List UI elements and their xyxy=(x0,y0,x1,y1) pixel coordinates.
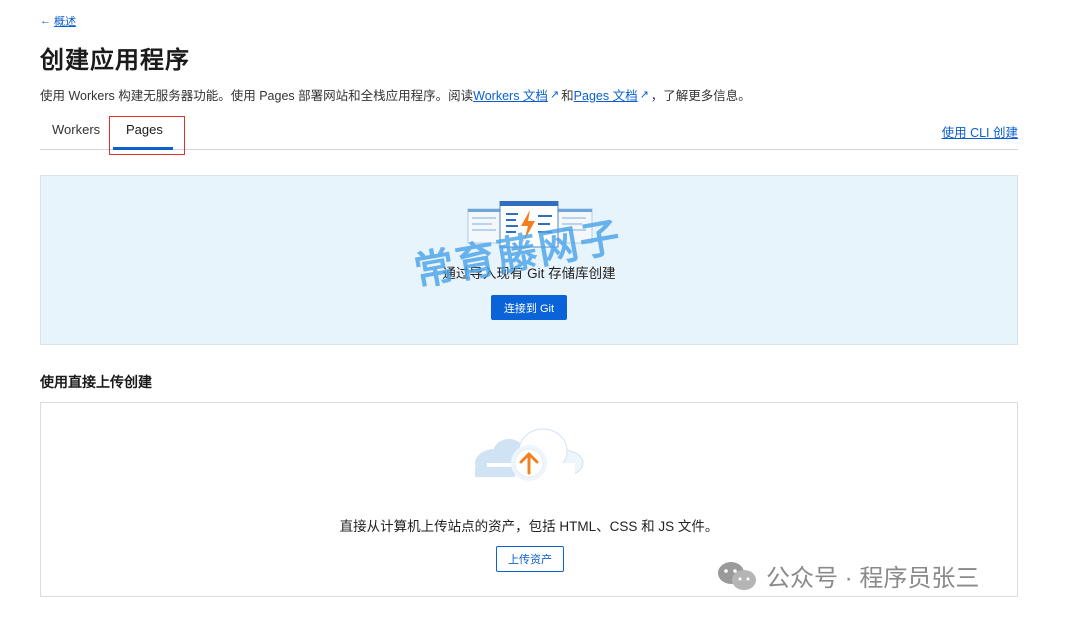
external-link-icon: ↗ xyxy=(639,89,649,101)
git-import-panel: 通过导入现有 Git 存储库创建 连接到 Git xyxy=(40,175,1018,345)
pages-docs-link[interactable]: Pages 文档 xyxy=(574,85,638,104)
back-arrow-icon: ← xyxy=(40,15,51,27)
page-description: 使用 Workers 构建无服务器功能。使用 Pages 部署网站和全栈应用程序… xyxy=(40,85,751,104)
wechat-icon xyxy=(718,561,756,590)
create-with-cli-link[interactable]: 使用 CLI 创建 xyxy=(942,122,1018,141)
cloud-upload-icon xyxy=(475,428,584,481)
description-prefix: 使用 Workers 构建无服务器功能。使用 Pages 部署网站和全栈应用程序… xyxy=(40,89,474,103)
external-link-icon: ↗ xyxy=(549,89,560,101)
direct-upload-heading: 使用直接上传创建 xyxy=(40,374,152,390)
description-middle: 和 xyxy=(561,89,574,103)
upload-assets-button[interactable]: 上传资产 xyxy=(496,546,564,572)
back-link[interactable]: ← 概述 xyxy=(40,13,76,29)
back-link-label: 概述 xyxy=(54,16,76,28)
create-application-page: ← 概述 创建应用程序 使用 Workers 构建无服务器功能。使用 Pages… xyxy=(0,0,1080,617)
tab-workers[interactable]: Workers xyxy=(52,122,100,137)
page-title: 创建应用程序 xyxy=(40,47,190,74)
git-illustration-icon xyxy=(467,201,593,248)
wechat-footer-watermark: 公众号 · 程序员张三 xyxy=(716,558,979,593)
connect-git-button[interactable]: 连接到 Git xyxy=(491,295,567,320)
workers-docs-link[interactable]: Workers 文档 xyxy=(473,85,548,104)
git-import-text: 通过导入现有 Git 存储库创建 xyxy=(442,266,616,281)
description-suffix: ，了解更多信息。 xyxy=(650,89,751,103)
annotation-highlight-box xyxy=(109,116,185,155)
footer-text: 公众号 · 程序员张三 xyxy=(766,565,980,592)
upload-description: 直接从计算机上传站点的资产，包括 HTML、CSS 和 JS 文件。 xyxy=(339,519,719,534)
app-type-tabs: Workers Pages 使用 CLI 创建 xyxy=(40,112,1018,155)
